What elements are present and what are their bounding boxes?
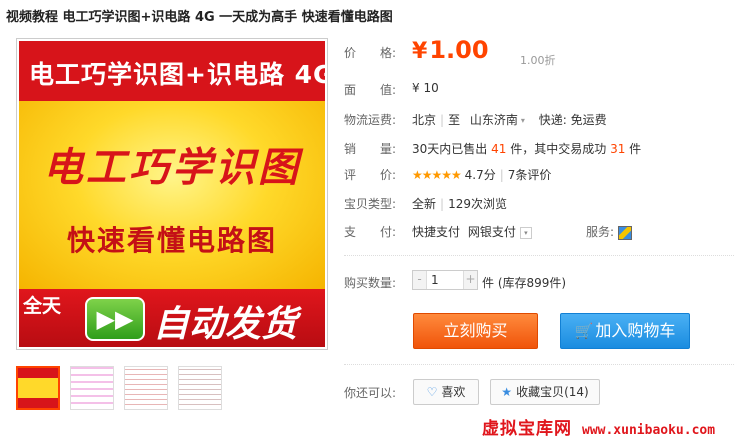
favorite-button[interactable]: ★ 收藏宝贝(14) [490,379,600,405]
shipping-from[interactable]: 北京 [412,113,436,127]
add-to-cart-label: 加入购物车 [595,321,676,340]
shipping-to-prefix: 至 [448,113,461,127]
shipping-value: 北京 | 至 山东济南 ▾ 快递: 免运费 [412,111,607,128]
play-glyph: ▶▶ [96,305,134,333]
buy-now-label: 立刻购买 [443,321,508,340]
face-value: ¥ 10 [412,81,439,95]
payment-label: 支 付: [344,225,397,239]
divider-top [344,255,734,256]
product-title: 视频教程 电工巧学识图+识电路 4G 一天成为高手 快速看懂电路图 [6,10,393,25]
add-to-cart-button[interactable]: 🛒 加入购物车 [560,313,690,349]
service-label: 服务: [586,225,615,239]
like-label: 喜欢 [441,385,466,399]
quantity-stepper: - + [412,270,478,290]
thumbnail-3[interactable] [124,366,168,410]
thumbnail-1[interactable] [16,366,60,410]
image-banner-top: 电工巧学识图+识电路 4G [19,41,328,101]
payment-bank: 网银支付 [467,225,516,239]
divider-bottom [344,364,734,365]
image-autoship-text: 自动发货 [153,304,298,345]
image-middle-panel: 电工巧学识图 快速看懂电路图 [19,101,325,289]
price-currency: ¥ [412,39,428,64]
quantity-row: 购买数量: - + 件 (库存899件) [344,270,734,296]
image-sub-text: 快速看懂电路图 [66,224,277,257]
payment-fast: 快捷支付 [412,225,461,239]
type-label: 宝贝类型: [344,197,397,211]
payment-dropdown-icon[interactable]: ▾ [519,226,532,239]
service-group: 服务: [586,223,633,240]
reviews-link[interactable]: 7条评价 [508,168,552,182]
discount-text: 1.00折 [520,54,556,67]
qty-input[interactable] [428,271,464,289]
also-label-row: 你还可以: [344,384,396,401]
play-icon: ▶▶ [85,297,145,341]
watermark-cn: 虚拟宝库网 [482,419,572,439]
shipping-separator: | [440,113,445,127]
image-banner-text: 电工巧学识图+识电路 4G [29,60,328,89]
watermark: 虚拟宝库网 www.xunibaoku.com [482,414,715,439]
shipping-label: 物流运费: [344,113,397,127]
type-value: 全新 | 129次浏览 [412,195,507,212]
sales-prefix: 30天内已售出 [412,142,488,156]
sales-suffix: 件 [629,142,642,156]
sales-label: 销 量: [344,142,397,156]
like-button[interactable]: ♡ 喜欢 [413,379,479,405]
sales-count: 41 [491,142,507,156]
sales-value: 30天内已售出 41 件，其中交易成功 31 件 [412,140,641,157]
rating-label: 评 价: [344,168,397,182]
payment-value: 快捷支付 网银支付 ▾ [412,223,532,240]
star-icon: ★ [501,385,513,399]
thumbnail-4[interactable] [178,366,222,410]
main-product-image[interactable]: 电工巧学识图+识电路 4G 电工巧学识图 快速看懂电路图 全天 ▶▶ 自动发货 [16,38,328,350]
price-label: 价 格: [344,46,397,60]
stock-text: 件 (库存899件) [482,276,567,290]
also-label: 你还可以: [344,386,397,400]
express-fee: 快递: 免运费 [538,113,607,127]
image-quantian-text: 全天 [23,295,62,317]
qty-label: 购买数量: [344,276,397,290]
sales-success: 31 [610,142,626,156]
image-big-text: 电工巧学识图 [43,145,301,191]
face-value-label: 面 值: [344,83,397,97]
service-icon[interactable] [618,225,633,240]
thumbnail-2[interactable] [70,366,114,410]
image-bottom-banner: 全天 ▶▶ 自动发货 [19,289,325,347]
watermark-url: www.xunibaoku.com [582,423,716,438]
cart-icon: 🛒 [574,322,594,340]
rating-value: ★★★★★ 4.7分 | 7条评价 [412,166,551,183]
views: 129次浏览 [448,197,507,211]
condition: 全新 [412,197,437,211]
qty-decrement-button[interactable]: - [413,271,427,289]
price-value: ¥1.00 [412,36,489,64]
shipping-to[interactable]: 山东济南 [470,113,518,127]
type-separator: | [440,197,445,211]
buy-now-button[interactable]: 立刻购买 [413,313,538,349]
qty-increment-button[interactable]: + [463,271,477,289]
heart-icon: ♡ [426,385,438,399]
thumbnail-selected-arrow [34,366,44,367]
sales-mid: 件，其中交易成功 [510,142,607,156]
rating-score: 4.7分 [464,168,496,182]
price-amount: 1.00 [429,36,489,64]
rating-stars: ★★★★★ [412,168,462,182]
favorite-label: 收藏宝贝(14) [516,385,589,399]
rating-separator: | [499,168,504,182]
dropdown-caret-icon[interactable]: ▾ [521,116,525,125]
